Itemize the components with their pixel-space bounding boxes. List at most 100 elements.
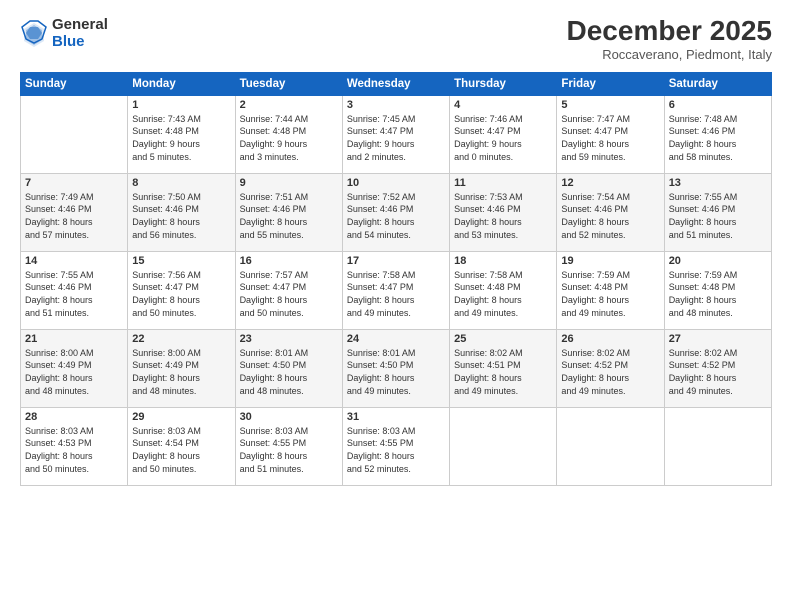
cell-content: Sunrise: 8:02 AM Sunset: 4:52 PM Dayligh…: [669, 347, 767, 397]
cell-content: Sunrise: 8:00 AM Sunset: 4:49 PM Dayligh…: [25, 347, 123, 397]
calendar-cell: 2 Sunrise: 7:44 AM Sunset: 4:48 PM Daylig…: [235, 95, 342, 173]
calendar-cell: [664, 407, 771, 485]
day-number: 4: [454, 99, 552, 111]
calendar-cell: 7Sunrise: 7:49 AM Sunset: 4:46 PM Daylig…: [21, 173, 128, 251]
day-number: 3: [347, 99, 445, 111]
cell-content: Sunrise: 8:02 AM Sunset: 4:51 PM Dayligh…: [454, 347, 552, 397]
col-header-tuesday: Tuesday: [235, 72, 342, 95]
calendar-cell: 28Sunrise: 8:03 AM Sunset: 4:53 PM Dayli…: [21, 407, 128, 485]
col-header-saturday: Saturday: [664, 72, 771, 95]
calendar-cell: [450, 407, 557, 485]
cell-content: Sunrise: 7:55 AM Sunset: 4:46 PM Dayligh…: [669, 191, 767, 241]
logo: General Blue: [20, 16, 108, 51]
logo-text: General Blue: [52, 16, 108, 51]
day-number: 8: [132, 177, 230, 189]
calendar-cell: 27 Sunrise: 8:02 AM Sunset: 4:52 PM Dayli…: [664, 329, 771, 407]
day-number: 31: [347, 411, 445, 423]
calendar-cell: 9 Sunrise: 7:51 AM Sunset: 4:46 PM Daylig…: [235, 173, 342, 251]
day-number: 17: [347, 255, 445, 267]
day-number: 15: [132, 255, 230, 267]
calendar-cell: 31 Sunrise: 8:03 AM Sunset: 4:55 PM Dayli…: [342, 407, 449, 485]
calendar-cell: 3 Sunrise: 7:45 AM Sunset: 4:47 PM Daylig…: [342, 95, 449, 173]
calendar-cell: 16 Sunrise: 7:57 AM Sunset: 4:47 PM Dayli…: [235, 251, 342, 329]
month-title: December 2025: [567, 16, 772, 47]
cell-content: Sunrise: 8:03 AM Sunset: 4:53 PM Dayligh…: [25, 425, 123, 475]
cell-content: Sunrise: 7:47 AM Sunset: 4:47 PM Dayligh…: [561, 113, 659, 163]
cell-content: Sunrise: 7:58 AM Sunset: 4:47 PM Dayligh…: [347, 269, 445, 319]
cell-content: Sunrise: 7:52 AM Sunset: 4:46 PM Dayligh…: [347, 191, 445, 241]
day-number: 1: [132, 99, 230, 111]
calendar-cell: 19 Sunrise: 7:59 AM Sunset: 4:48 PM Dayli…: [557, 251, 664, 329]
cell-content: Sunrise: 8:03 AM Sunset: 4:55 PM Dayligh…: [240, 425, 338, 475]
calendar-cell: 8 Sunrise: 7:50 AM Sunset: 4:46 PM Daylig…: [128, 173, 235, 251]
calendar-cell: 30Sunrise: 8:03 AM Sunset: 4:55 PM Dayli…: [235, 407, 342, 485]
day-number: 11: [454, 177, 552, 189]
day-number: 29: [132, 411, 230, 423]
col-header-wednesday: Wednesday: [342, 72, 449, 95]
cell-content: Sunrise: 7:46 AM Sunset: 4:47 PM Dayligh…: [454, 113, 552, 163]
cell-content: Sunrise: 7:57 AM Sunset: 4:47 PM Dayligh…: [240, 269, 338, 319]
cell-content: Sunrise: 8:02 AM Sunset: 4:52 PM Dayligh…: [561, 347, 659, 397]
cell-content: Sunrise: 8:00 AM Sunset: 4:49 PM Dayligh…: [132, 347, 230, 397]
calendar-cell: 17 Sunrise: 7:58 AM Sunset: 4:47 PM Dayli…: [342, 251, 449, 329]
calendar-cell: 15 Sunrise: 7:56 AM Sunset: 4:47 PM Dayli…: [128, 251, 235, 329]
cell-content: Sunrise: 7:50 AM Sunset: 4:46 PM Dayligh…: [132, 191, 230, 241]
calendar-cell: [21, 95, 128, 173]
day-number: 9: [240, 177, 338, 189]
day-number: 21: [25, 333, 123, 345]
cell-content: Sunrise: 7:54 AM Sunset: 4:46 PM Dayligh…: [561, 191, 659, 241]
col-header-sunday: Sunday: [21, 72, 128, 95]
cell-content: Sunrise: 7:43 AM Sunset: 4:48 PM Dayligh…: [132, 113, 230, 163]
cell-content: Sunrise: 7:45 AM Sunset: 4:47 PM Dayligh…: [347, 113, 445, 163]
day-number: 10: [347, 177, 445, 189]
cell-content: Sunrise: 8:03 AM Sunset: 4:55 PM Dayligh…: [347, 425, 445, 475]
day-number: 2: [240, 99, 338, 111]
week-row-2: 7Sunrise: 7:49 AM Sunset: 4:46 PM Daylig…: [21, 173, 772, 251]
col-header-monday: Monday: [128, 72, 235, 95]
calendar-cell: 22 Sunrise: 8:00 AM Sunset: 4:49 PM Dayli…: [128, 329, 235, 407]
cell-content: Sunrise: 8:01 AM Sunset: 4:50 PM Dayligh…: [347, 347, 445, 397]
day-number: 16: [240, 255, 338, 267]
col-header-thursday: Thursday: [450, 72, 557, 95]
calendar-cell: 14 Sunrise: 7:55 AM Sunset: 4:46 PM Dayli…: [21, 251, 128, 329]
cell-content: Sunrise: 7:58 AM Sunset: 4:48 PM Dayligh…: [454, 269, 552, 319]
calendar-cell: 13Sunrise: 7:55 AM Sunset: 4:46 PM Dayli…: [664, 173, 771, 251]
day-number: 14: [25, 255, 123, 267]
day-number: 19: [561, 255, 659, 267]
calendar-cell: 24Sunrise: 8:01 AM Sunset: 4:50 PM Dayli…: [342, 329, 449, 407]
week-row-4: 21 Sunrise: 8:00 AM Sunset: 4:49 PM Dayli…: [21, 329, 772, 407]
week-row-5: 28Sunrise: 8:03 AM Sunset: 4:53 PM Dayli…: [21, 407, 772, 485]
day-number: 20: [669, 255, 767, 267]
cell-content: Sunrise: 7:59 AM Sunset: 4:48 PM Dayligh…: [561, 269, 659, 319]
cell-content: Sunrise: 7:44 AM Sunset: 4:48 PM Dayligh…: [240, 113, 338, 163]
calendar-cell: 26 Sunrise: 8:02 AM Sunset: 4:52 PM Dayli…: [557, 329, 664, 407]
cell-content: Sunrise: 7:56 AM Sunset: 4:47 PM Dayligh…: [132, 269, 230, 319]
day-number: 26: [561, 333, 659, 345]
cell-content: Sunrise: 8:01 AM Sunset: 4:50 PM Dayligh…: [240, 347, 338, 397]
day-number: 6: [669, 99, 767, 111]
day-number: 12: [561, 177, 659, 189]
calendar-table: SundayMondayTuesdayWednesdayThursdayFrid…: [20, 72, 772, 486]
calendar-cell: 6 Sunrise: 7:48 AM Sunset: 4:46 PM Daylig…: [664, 95, 771, 173]
logo-icon: [20, 19, 48, 47]
cell-content: Sunrise: 7:49 AM Sunset: 4:46 PM Dayligh…: [25, 191, 123, 241]
day-number: 22: [132, 333, 230, 345]
calendar-cell: [557, 407, 664, 485]
calendar-cell: 12 Sunrise: 7:54 AM Sunset: 4:46 PM Dayli…: [557, 173, 664, 251]
title-block: December 2025 Roccaverano, Piedmont, Ita…: [567, 16, 772, 62]
calendar-cell: 25Sunrise: 8:02 AM Sunset: 4:51 PM Dayli…: [450, 329, 557, 407]
calendar-cell: 11Sunrise: 7:53 AM Sunset: 4:46 PM Dayli…: [450, 173, 557, 251]
day-number: 5: [561, 99, 659, 111]
calendar-cell: 23Sunrise: 8:01 AM Sunset: 4:50 PM Dayli…: [235, 329, 342, 407]
cell-content: Sunrise: 7:55 AM Sunset: 4:46 PM Dayligh…: [25, 269, 123, 319]
calendar-cell: 29 Sunrise: 8:03 AM Sunset: 4:54 PM Dayli…: [128, 407, 235, 485]
cell-content: Sunrise: 7:51 AM Sunset: 4:46 PM Dayligh…: [240, 191, 338, 241]
cell-content: Sunrise: 7:48 AM Sunset: 4:46 PM Dayligh…: [669, 113, 767, 163]
header-row: SundayMondayTuesdayWednesdayThursdayFrid…: [21, 72, 772, 95]
calendar-cell: 1 Sunrise: 7:43 AM Sunset: 4:48 PM Daylig…: [128, 95, 235, 173]
cell-content: Sunrise: 8:03 AM Sunset: 4:54 PM Dayligh…: [132, 425, 230, 475]
day-number: 27: [669, 333, 767, 345]
calendar-cell: 5 Sunrise: 7:47 AM Sunset: 4:47 PM Daylig…: [557, 95, 664, 173]
col-header-friday: Friday: [557, 72, 664, 95]
week-row-3: 14 Sunrise: 7:55 AM Sunset: 4:46 PM Dayli…: [21, 251, 772, 329]
